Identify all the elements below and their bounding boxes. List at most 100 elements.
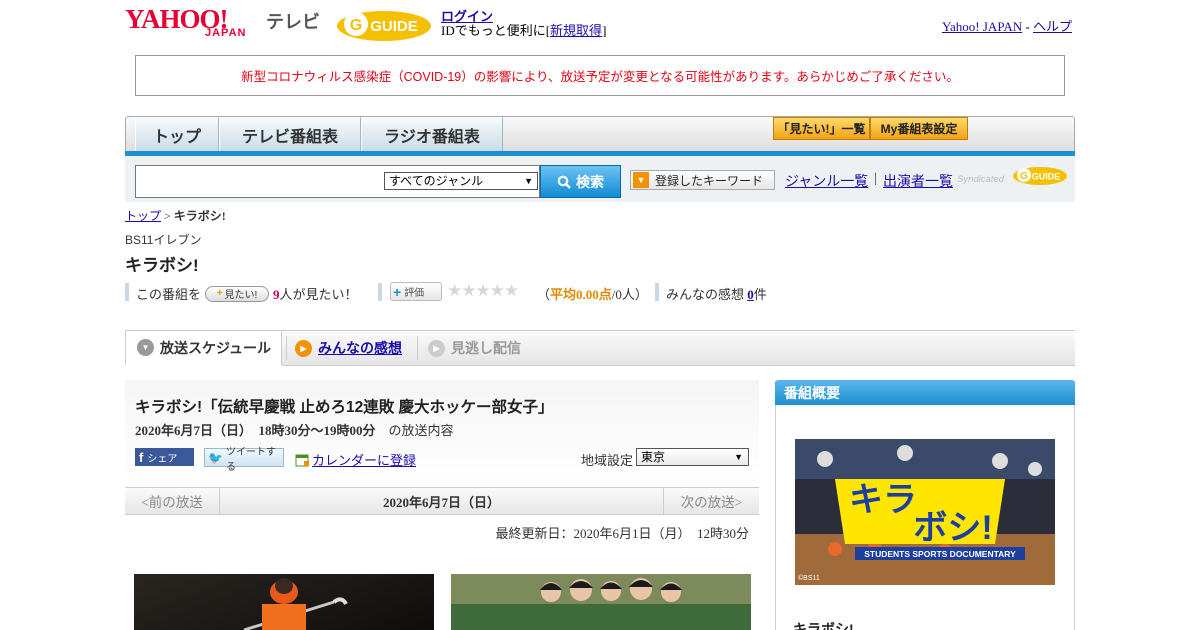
episode-title: キラボシ!「伝統早慶戦 止めろ12連敗 慶大ホッケー部女子」 [135, 399, 554, 416]
star-icon: ★ [475, 281, 491, 300]
genre-select[interactable]: すべてのジャンル ▼ [384, 172, 538, 190]
nav-tab-radio-listings[interactable]: ラジオ番組表 [361, 117, 503, 152]
breadcrumb-home-link[interactable]: トップ [125, 209, 161, 223]
dropdown-arrow-icon: ▼ [734, 452, 743, 462]
tab-missed-streaming[interactable]: ▶ 見逃し配信 [428, 330, 521, 366]
program-key-visual: キラ ボシ! STUDENTS SPORTS DOCUMENTARY ©BS11 [795, 439, 1055, 585]
chevron-right-icon: ▶ [428, 339, 445, 357]
breadcrumb: トップ > キラボシ! [125, 207, 226, 224]
help-link[interactable]: ヘルプ [1033, 19, 1072, 34]
star-icon: ★ [447, 281, 462, 300]
svg-text:G: G [350, 17, 362, 34]
registered-keyword-button[interactable]: ▼ 登録したキーワード [630, 170, 775, 190]
impressions-summary: みんなの感想 0件 [666, 284, 767, 303]
episode-date-suffix: の放送内容 [388, 423, 454, 438]
region-label: 地域設定 [581, 453, 634, 468]
tv-label: テレビ [266, 12, 320, 32]
id-promo-text: IDでもっと便利に[新規取得] [441, 20, 606, 39]
tab-label: 見逃し配信 [451, 340, 521, 356]
tab-everyone-reviews[interactable]: ▶ みんなの感想 [295, 330, 402, 366]
search-icon [557, 175, 571, 189]
divider-bar [655, 283, 659, 301]
episode-date: 2020年6月7日（日） 18時30分～19時00分 の放送内容 [135, 420, 454, 439]
want-button-label: 見たい! [224, 290, 258, 301]
divider-bar [125, 283, 129, 301]
genre-list-link[interactable]: ジャンル一覧 [785, 171, 868, 191]
facebook-icon: f [139, 449, 144, 465]
facebook-share-button[interactable]: f シェア [135, 448, 194, 466]
rate-button[interactable]: + 評価 [390, 282, 442, 301]
program-title: キラボシ! [125, 256, 199, 275]
id-promo-suffix: ] [602, 23, 607, 38]
region-select-value: 東京 [641, 450, 666, 464]
current-broadcast-date: 2020年6月7日（日） [382, 494, 500, 510]
next-broadcast-button[interactable]: 次の放送> [663, 487, 759, 515]
top-right-links: Yahoo! JAPAN - ヘルプ [942, 16, 1072, 35]
star-icon: ★ [504, 281, 519, 300]
star-icon: ★ [489, 281, 505, 300]
registered-keyword-label: 登録したキーワード [655, 173, 764, 188]
my-listing-settings-button[interactable]: My番組表設定 [870, 117, 968, 140]
signup-link[interactable]: 新規取得 [550, 23, 602, 38]
gguide-small-logo: G GUIDE [1013, 167, 1067, 185]
want-suffix: 人が見たい！ [279, 287, 358, 302]
want-prefix: この番組を [136, 287, 202, 302]
top-links-separator: - [1022, 19, 1033, 34]
want-to-watch-button[interactable]: + 見たい! [205, 285, 270, 302]
rating-average: 平均0.00点 [550, 287, 612, 302]
id-promo-prefix: IDでもっと便利に[ [441, 23, 551, 38]
channel-name: BS11イレブン [125, 233, 202, 247]
rating-count: /0人） [611, 287, 648, 302]
tweet-button[interactable]: 🐦 ツイートする [204, 447, 284, 473]
rating-open: （ [537, 287, 551, 302]
want-to-watch-row: この番組を + 見たい! 9人が見たい！ [136, 284, 358, 303]
impressions-unit: 件 [753, 287, 767, 302]
gguide-small-logo-text: GUIDE [1032, 172, 1061, 182]
prev-broadcast-button[interactable]: <前の放送 [125, 487, 220, 515]
plus-icon: + [216, 288, 223, 299]
tweet-button-label: ツイートする [225, 446, 276, 473]
tab-label: 放送スケジュール [160, 339, 272, 356]
genre-select-value: すべてのジャンル [389, 174, 484, 188]
search-button[interactable]: 検索 [540, 165, 621, 198]
calendar-icon [295, 454, 309, 466]
search-button-label: 検索 [576, 173, 604, 190]
chevron-down-icon: ▼ [137, 339, 154, 356]
yahoo-japan-logo-sub: JAPAN [205, 27, 247, 39]
calendar-register-link[interactable]: カレンダーに登録 [295, 450, 416, 469]
tab-label: みんなの感想 [318, 340, 402, 356]
key-visual-title-2: ボシ! [913, 509, 992, 547]
nav-tab-top[interactable]: トップ [135, 117, 219, 152]
twitter-bird-icon: 🐦 [208, 450, 223, 465]
dropdown-arrow-icon: ▼ [633, 172, 649, 188]
covid-notice: 新型コロナウィルス感染症（COVID-19）の影響により、放送予定が変更となる可… [135, 55, 1065, 96]
chevron-right-icon: ▶ [295, 339, 312, 357]
want-list-button[interactable]: 「見たい!」一覧 [773, 117, 870, 140]
breadcrumb-current: キラボシ! [173, 209, 226, 223]
overview-program-title: キラボシ! [793, 621, 854, 630]
last-updated: 最終更新日：2020年6月1日（月） 12時30分 [495, 526, 749, 541]
episode-photo-team [451, 574, 751, 630]
tab-broadcast-schedule[interactable]: ▼ 放送スケジュール [125, 330, 282, 366]
episode-photo-hockey-player [134, 574, 434, 630]
plus-icon: + [393, 283, 402, 300]
gguide-logo-text: GUIDE [370, 18, 418, 35]
key-visual-credit: ©BS11 [798, 574, 820, 582]
dropdown-arrow-icon: ▼ [524, 176, 533, 186]
nav-tab-tv-listings[interactable]: テレビ番組表 [219, 117, 361, 152]
key-visual-title-1: キラ [849, 481, 917, 519]
tab-divider [417, 336, 418, 360]
gguide-logo[interactable]: G GUIDE [334, 6, 434, 42]
region-select[interactable]: 東京 ▼ [636, 448, 749, 466]
tab-divider [286, 336, 287, 360]
link-separator: | [874, 171, 877, 186]
cast-list-link[interactable]: 出演者一覧 [883, 171, 953, 191]
key-visual-subtitle: STUDENTS SPORTS DOCUMENTARY [864, 549, 1016, 559]
facebook-share-label: シェア [147, 453, 178, 465]
svg-text:G: G [1020, 171, 1028, 182]
rating-summary: （平均0.00点/0人） [537, 284, 648, 303]
syndicated-label: Syndicated [957, 174, 1005, 185]
star-icon: ★ [461, 281, 476, 300]
yahoo-japan-link[interactable]: Yahoo! JAPAN [942, 19, 1022, 34]
program-overview-header: 番組概要 [775, 380, 1075, 405]
